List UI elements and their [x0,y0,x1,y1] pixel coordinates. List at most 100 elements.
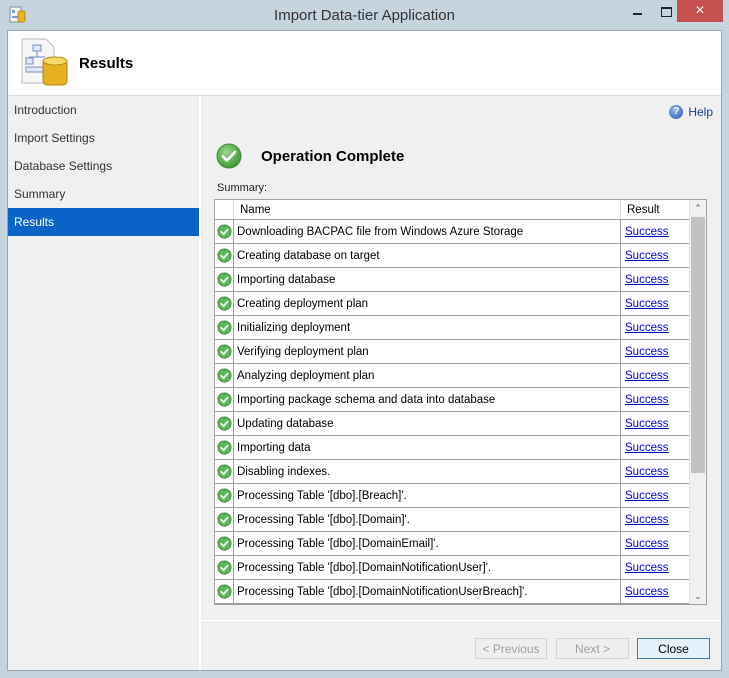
nav-item-results[interactable]: Results [8,208,199,236]
result-link[interactable]: Success [625,562,668,574]
data-tier-application-icon [21,38,68,86]
result-cell: Success [620,315,691,340]
result-cell: Success [620,507,691,532]
check-circle-icon [216,143,242,169]
success-check-icon [216,344,232,359]
step-name: Processing Table '[dbo].[DomainEmail]'. [233,531,621,556]
status-cell [215,531,234,556]
status-cell [215,555,234,580]
status-cell [215,339,234,364]
minimize-icon [633,13,642,15]
next-button[interactable]: Next > [556,638,629,659]
table-header-row: Name Result [215,200,691,220]
table-row[interactable]: Creating deployment plan Success [215,291,691,316]
step-name: Creating database on target [233,243,621,268]
result-cell: Success [620,579,691,604]
result-column-header[interactable]: Result [620,200,691,220]
table-row[interactable]: Disabling indexes. Success [215,459,691,484]
close-icon: × [695,2,705,19]
table-row[interactable]: Processing Table '[dbo].[DomainEmail]'. S… [215,531,691,556]
status-cell [215,411,234,436]
status-cell [215,363,234,388]
step-name: Downloading BACPAC file from Windows Azu… [233,219,621,244]
result-cell: Success [620,435,691,460]
result-link[interactable]: Success [625,370,668,382]
result-link[interactable]: Success [625,586,668,598]
table-row[interactable]: Updating database Success [215,411,691,436]
window-close-button[interactable]: × [677,0,723,22]
table-row[interactable]: Analyzing deployment plan Success [215,363,691,388]
help-link[interactable]: ? Help [669,105,713,119]
nav-item-summary[interactable]: Summary [8,180,199,208]
close-button[interactable]: Close [637,638,710,659]
result-link[interactable]: Success [625,490,668,502]
scroll-up-icon[interactable]: ⌃ [690,200,706,216]
success-check-icon [216,560,232,575]
table-row[interactable]: Processing Table '[dbo].[DomainNotificat… [215,579,691,604]
table-row[interactable]: Importing package schema and data into d… [215,387,691,412]
success-check-icon [216,224,232,239]
success-check-icon [216,392,232,407]
minimize-button[interactable] [620,0,654,22]
name-column-header[interactable]: Name [233,200,621,220]
result-cell: Success [620,483,691,508]
table-row[interactable]: Creating database on target Success [215,243,691,268]
status-cell [215,291,234,316]
status-column-header [215,200,234,220]
step-name: Initializing deployment [233,315,621,340]
result-link[interactable]: Success [625,250,668,262]
status-cell [215,315,234,340]
result-cell: Success [620,291,691,316]
scroll-down-icon[interactable]: ⌄ [690,588,706,604]
table-row[interactable]: Processing Table '[dbo].[DomainNotificat… [215,555,691,580]
previous-button[interactable]: < Previous [475,638,547,659]
footer-divider [201,620,721,621]
step-name: Processing Table '[dbo].[Breach]'. [233,483,621,508]
result-link[interactable]: Success [625,274,668,286]
nav-item-introduction[interactable]: Introduction [8,96,199,124]
result-cell: Success [620,411,691,436]
scrollbar-thumb[interactable] [691,217,705,473]
table-row[interactable]: Importing database Success [215,267,691,292]
success-check-icon [216,248,232,263]
step-name: Processing Table '[dbo].[Domain]'. [233,507,621,532]
result-link[interactable]: Success [625,394,668,406]
summary-label: Summary: [217,182,268,194]
result-cell: Success [620,555,691,580]
success-check-icon [216,296,232,311]
step-name: Creating deployment plan [233,291,621,316]
table-row[interactable]: Importing data Success [215,435,691,460]
nav-item-database-settings[interactable]: Database Settings [8,152,199,180]
operation-status: Operation Complete [216,143,404,169]
result-link[interactable]: Success [625,538,668,550]
status-cell [215,459,234,484]
table-row[interactable]: Downloading BACPAC file from Windows Azu… [215,219,691,244]
success-check-icon [216,440,232,455]
result-cell: Success [620,363,691,388]
table-row[interactable]: Initializing deployment Success [215,315,691,340]
result-cell: Success [620,531,691,556]
table-row[interactable]: Processing Table '[dbo].[Domain]'. Succes… [215,507,691,532]
result-link[interactable]: Success [625,226,668,238]
table-row[interactable]: Processing Table '[dbo].[Breach]'. Succes… [215,483,691,508]
result-link[interactable]: Success [625,442,668,454]
result-link[interactable]: Success [625,418,668,430]
result-link[interactable]: Success [625,322,668,334]
step-name: Processing Table '[dbo].[DomainNotificat… [233,555,621,580]
success-check-icon [216,272,232,287]
wizard-nav: Introduction Import Settings Database Se… [8,96,201,670]
maximize-icon [661,7,672,17]
result-link[interactable]: Success [625,346,668,358]
results-table: Name Result Downloading BACPAC file from… [214,199,707,605]
help-icon: ? [669,105,684,119]
success-check-icon [216,584,232,599]
table-row[interactable]: Verifying deployment plan Success [215,339,691,364]
result-link[interactable]: Success [625,298,668,310]
result-link[interactable]: Success [625,514,668,526]
success-check-icon [216,512,232,527]
step-name: Importing database [233,267,621,292]
vertical-scrollbar[interactable]: ⌃ ⌄ [689,200,706,604]
result-link[interactable]: Success [625,466,668,478]
nav-item-import-settings[interactable]: Import Settings [8,124,199,152]
result-cell: Success [620,339,691,364]
